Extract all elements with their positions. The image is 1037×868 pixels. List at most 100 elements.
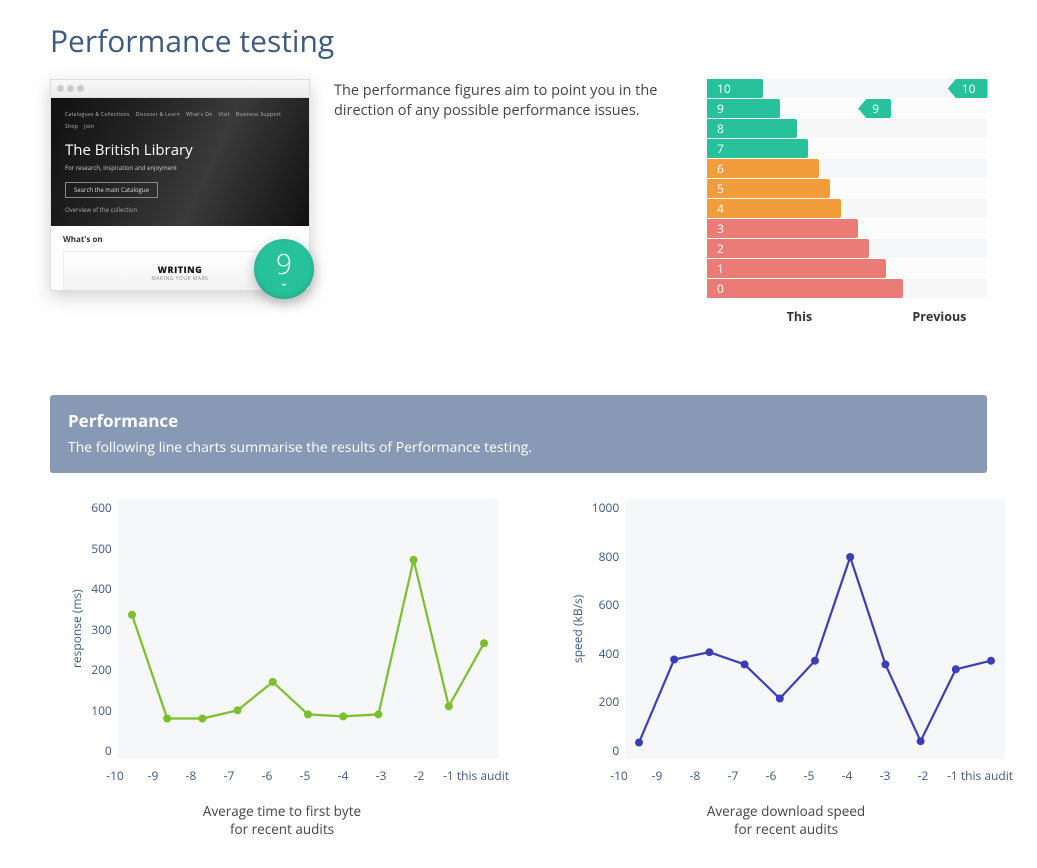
ladder-row: 8 [707,119,987,138]
chart-point [304,710,312,718]
ladder-row: 1 [707,259,987,278]
chart-point [670,656,678,664]
chart-plot [625,499,1005,759]
score-ladder-panel: 101099876543210 This Previous [707,79,987,325]
chart-xtick: -4 [324,767,362,784]
chart-ytick: 0 [105,742,112,759]
legend-this: This [707,308,892,325]
thumbnail-nav-item: Join [84,124,94,130]
chart-point [882,660,890,668]
chart-ytick: 200 [599,693,620,710]
chart-ytick: 600 [599,596,620,613]
score-badge[interactable]: 9 ⌄ [254,239,314,299]
chart-point [741,660,749,668]
browser-chrome-icon [51,80,309,98]
chart-point [269,678,277,686]
section-title: Performance [68,409,969,432]
chart-point [233,706,241,714]
chart-caption: Average time to first bytefor recent aud… [203,802,361,838]
thumbnail-hero-link: Overview of the collection [65,206,295,214]
section-banner: Performance The following line charts su… [50,395,987,473]
ladder-bar: 4 [707,199,841,218]
ladder-bar: 8 [707,119,797,138]
chart-xtick: -2 [400,767,438,784]
chart-point [339,712,347,720]
thumbnail-banner-title: WRITING [158,263,203,276]
thumbnail-nav-item: Catalogues & Collections [65,112,130,118]
chart-point [128,611,136,619]
ladder-row: 3 [707,219,987,238]
chart-line [132,560,484,719]
thumbnail-hero-title: The British Library [65,140,295,160]
chart-xtick: -3 [362,767,400,784]
chart-xtick: -7 [210,767,248,784]
thumbnail-nav-item: Shop [65,124,78,130]
ladder-row: 0 [707,279,987,298]
chart-xtick: -6 [752,767,790,784]
ladder-legend: This Previous [707,308,987,325]
ladder-bar: 7 [707,139,808,158]
chart-xtick: -9 [134,767,172,784]
chart-caption: Average download speedfor recent audits [707,802,865,838]
chart-xtick: -5 [286,767,324,784]
chart-ytick: 400 [91,580,112,597]
chart-point [952,665,960,673]
score-ladder: 101099876543210 [707,79,987,298]
chart-xtick: -10 [96,767,134,784]
chart-ytick: 0 [612,742,619,759]
chart-ytick: 600 [91,499,112,516]
chart-ytick: 800 [599,548,620,565]
summary-row: Catalogues & Collections Discover & Learn… [50,79,987,325]
chevron-down-icon: ⌄ [279,277,288,288]
ladder-bar: 3 [707,219,858,238]
chart-xtick: -6 [248,767,286,784]
ladder-bar: 1 [707,259,886,278]
legend-previous: Previous [892,308,987,325]
chart-xtick: -10 [600,767,638,784]
ladder-row: 6 [707,159,987,178]
chart-ytick: 200 [91,661,112,678]
ladder-bar: 10 [707,79,763,98]
ladder-marker-previous: 10 [948,79,988,98]
chart-ytick: 400 [599,645,620,662]
chart-point [374,710,382,718]
chart-xtick: -9 [638,767,676,784]
chart-xtick: -8 [676,767,714,784]
chart-xticks: -10-9-8-7-6-5-4-3-2-1 this audit [554,767,1018,784]
ladder-row: 2 [707,239,987,258]
chart-point [163,715,171,723]
chart-ytick: 300 [91,621,112,638]
chart-xticks: -10-9-8-7-6-5-4-3-2-1 this audit [50,767,514,784]
thumbnail-nav-item: What's On [186,112,213,118]
chart-point [776,695,784,703]
section-subtitle: The following line charts summarise the … [68,438,969,457]
chart-card: response (ms)6005004003002001000-10-9-8-… [50,499,514,838]
chart-ytick: 1000 [592,499,619,516]
ladder-bar: 9 [707,99,780,118]
ladder-bar: 2 [707,239,869,258]
chart-xtick: -3 [866,767,904,784]
chart-point [811,657,819,665]
chart-row: response (ms)6005004003002001000-10-9-8-… [50,499,987,838]
thumbnail-nav-item: Discover & Learn [136,112,180,118]
ladder-row: 10 10 [707,79,987,98]
chart-point [917,737,925,745]
chart-xtick: -5 [790,767,828,784]
site-thumbnail: Catalogues & Collections Discover & Learn… [50,79,310,291]
thumbnail-hero-subtitle: For research, inspiration and enjoyment [65,164,295,172]
chart-xtick: -2 [904,767,942,784]
score-value: 9 [276,250,292,278]
chart-xtick: -8 [172,767,210,784]
ladder-marker-this: 9 [858,99,891,118]
chart-ytick: 500 [91,540,112,557]
chart-point [846,553,854,561]
thumbnail-nav-item: Visit [219,112,230,118]
chart-point [198,715,206,723]
chart-point [409,556,417,564]
thumbnail-nav-item: Business Support [236,112,281,118]
thumbnail-whats-on: What's on [63,234,297,245]
chart-point [445,702,453,710]
ladder-bar: 0 [707,279,903,298]
thumbnail-banner-subtitle: MAKING YOUR MARK [151,276,208,282]
ladder-bar: 5 [707,179,830,198]
